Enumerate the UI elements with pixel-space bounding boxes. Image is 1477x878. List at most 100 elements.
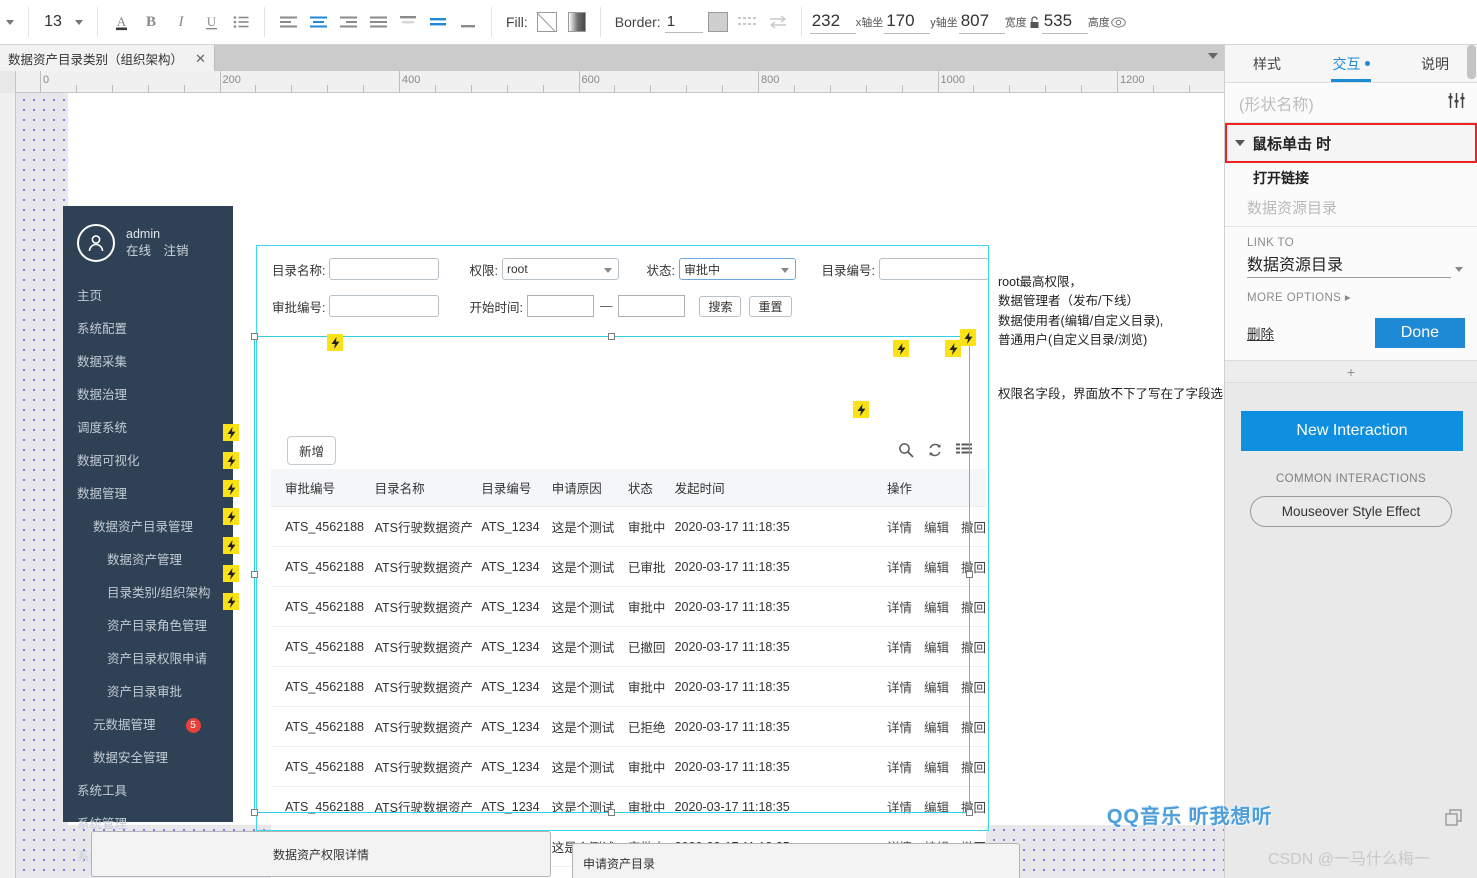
design-canvas[interactable]: admin 在线 注销 主页 系统配置 数据采集 数据治理 调度系统 数据可视化 数据管理数… (16, 93, 1224, 878)
valign-top-icon[interactable] (393, 7, 423, 37)
align-left-icon[interactable] (273, 7, 303, 37)
table-row[interactable]: ATS_4562188 ATS行驶数据资产 ATS_1234 这是个测试 已拒绝 2020… (271, 706, 986, 747)
sidebar-item-6[interactable]: 数据管理 (63, 476, 233, 509)
restore-window-icon[interactable] (1445, 809, 1465, 834)
action-target[interactable]: 数据资源目录 (1225, 194, 1477, 227)
permission-select[interactable]: root (501, 258, 619, 280)
logout-link[interactable]: 注销 (164, 244, 189, 258)
sidebar-item-14[interactable]: 数据安全管理 (63, 740, 233, 773)
sidebar-item-4[interactable]: 调度系统 (63, 410, 233, 443)
action-编辑[interactable]: 编辑 (924, 757, 949, 776)
start-time-from-input[interactable] (526, 295, 594, 317)
action-撤回[interactable]: 撤回 (961, 677, 986, 696)
close-icon[interactable]: ✕ (195, 52, 206, 65)
shape-name-placeholder[interactable]: (形状名称) (1239, 91, 1314, 115)
sidebar-item-1[interactable]: 系统配置 (63, 311, 233, 344)
done-button[interactable]: Done (1374, 318, 1465, 348)
inspector-tab-2[interactable]: 说明 (1393, 45, 1477, 82)
event-row-mouse-click[interactable]: 鼠标单击 时 (1225, 123, 1477, 163)
sidebar-item-12[interactable]: 资产目录审批 (63, 674, 233, 707)
bullet-list-icon[interactable] (226, 7, 256, 37)
action-详情[interactable]: 详情 (887, 597, 912, 616)
valign-middle-icon[interactable] (423, 7, 453, 37)
approval-no-input[interactable] (329, 295, 440, 317)
action-编辑[interactable]: 编辑 (924, 677, 949, 696)
lock-aspect-icon[interactable] (1028, 7, 1042, 37)
action-撤回[interactable]: 撤回 (961, 557, 986, 576)
sidebar-item-15[interactable]: 系统工具 (63, 773, 233, 806)
sidebar-item-7[interactable]: 数据资产目录管理 (63, 509, 233, 542)
bolt-icon[interactable] (223, 452, 239, 469)
font-size-group[interactable]: 13 (37, 11, 89, 33)
action-编辑[interactable]: 编辑 (924, 637, 949, 656)
fill-none-swatch[interactable] (532, 7, 562, 37)
bolt-icon[interactable] (223, 508, 239, 525)
catalog-name-input[interactable] (329, 258, 440, 280)
start-time-to-input[interactable] (618, 295, 686, 317)
add-case-button[interactable]: + (1225, 361, 1477, 383)
fill-gradient-swatch[interactable] (562, 7, 592, 37)
catalog-no-input[interactable] (879, 258, 989, 280)
action-编辑[interactable]: 编辑 (924, 797, 949, 816)
font-size-chevron-down-icon[interactable] (75, 19, 83, 25)
inspector-tab-1[interactable]: 交互 (1309, 45, 1393, 82)
more-options-toggle[interactable]: MORE OPTIONS ▸ (1225, 278, 1477, 314)
table-row[interactable]: ATS_4562188ATS行驶数据资产ATS_1234这是个测试审批中2020… (271, 746, 986, 787)
resize-handle-s[interactable] (608, 809, 615, 816)
action-详情[interactable]: 详情 (887, 797, 912, 816)
align-right-icon[interactable] (333, 7, 363, 37)
new-button[interactable]: 新增 (287, 435, 337, 465)
bolt-icon[interactable] (223, 424, 239, 441)
action-编辑[interactable]: 编辑 (924, 557, 949, 576)
search-icon[interactable] (898, 442, 914, 458)
reset-button[interactable]: 重置 (749, 295, 792, 317)
border-style-dashed-icon[interactable] (733, 7, 763, 37)
action-详情[interactable]: 详情 (887, 717, 912, 736)
table-row[interactable]: ATS_4562188ATS行驶数据资产ATS_1234这是个测试审批中2020… (271, 506, 986, 547)
sidebar-item-3[interactable]: 数据治理 (63, 377, 233, 410)
y-position-input[interactable] (958, 10, 1005, 34)
border-color-swatch[interactable] (703, 7, 733, 37)
bolt-icon[interactable] (223, 480, 239, 497)
arrow-style-icon[interactable] (763, 7, 793, 37)
tabbar-chevron-down-icon[interactable] (1208, 53, 1218, 59)
inspector-tab-0[interactable]: 样式 (1225, 45, 1309, 82)
table-row[interactable]: ATS_4562188 ATS行驶数据资产 ATS_1234 这是个测试 已撤回 2020… (271, 626, 986, 667)
table-row[interactable]: ATS_4562188ATS行驶数据资产ATS_1234这是个测试审批中2020… (271, 586, 986, 627)
bolt-icon[interactable] (223, 565, 239, 582)
sidebar-item-13[interactable]: 元数据管理 5 (63, 707, 233, 740)
case-open-link[interactable]: 打开链接 (1225, 163, 1477, 194)
bolt-icon[interactable] (960, 329, 976, 346)
sidebar-item-2[interactable]: 数据采集 (63, 344, 233, 377)
bolt-icon[interactable] (945, 340, 961, 357)
valign-bottom-icon[interactable] (453, 7, 483, 37)
font-size-value[interactable]: 13 (37, 11, 69, 33)
sidebar-item-10[interactable]: 资产目录角色管理 (63, 608, 233, 641)
bolt-icon[interactable] (893, 340, 909, 357)
resize-handle-n[interactable] (608, 333, 615, 340)
align-center-icon[interactable] (303, 7, 333, 37)
action-撤回[interactable]: 撤回 (961, 797, 986, 816)
shape-data-asset-permission-detail[interactable]: 数据资产权限详情 (91, 831, 551, 877)
search-button[interactable]: 搜索 (699, 295, 742, 317)
action-编辑[interactable]: 编辑 (924, 517, 949, 536)
sidebar-item-11[interactable]: 资产目录权限申请 (63, 641, 233, 674)
new-interaction-button[interactable]: New Interaction (1241, 411, 1463, 451)
action-详情[interactable]: 详情 (887, 637, 912, 656)
link-to-row[interactable]: 数据资源目录 (1225, 251, 1477, 278)
border-width-input[interactable] (664, 11, 703, 33)
resize-handle-sw[interactable] (251, 809, 258, 816)
link-to-value[interactable]: 数据资源目录 (1247, 251, 1451, 278)
underline-icon[interactable]: U (196, 7, 226, 37)
chevron-down-icon[interactable] (1455, 267, 1463, 272)
action-撤回[interactable]: 撤回 (961, 517, 986, 536)
action-详情[interactable]: 详情 (887, 677, 912, 696)
action-详情[interactable]: 详情 (887, 757, 912, 776)
italic-icon[interactable]: I (166, 7, 196, 37)
bolt-icon[interactable] (223, 593, 239, 610)
bolt-icon[interactable] (327, 334, 343, 351)
action-编辑[interactable]: 编辑 (924, 717, 949, 736)
table-row[interactable]: ATS_4562188 ATS行驶数据资产 ATS_1234 这是个测试 已审批 2020… (271, 546, 986, 587)
action-编辑[interactable]: 编辑 (924, 597, 949, 616)
sliders-icon[interactable] (1448, 92, 1465, 113)
